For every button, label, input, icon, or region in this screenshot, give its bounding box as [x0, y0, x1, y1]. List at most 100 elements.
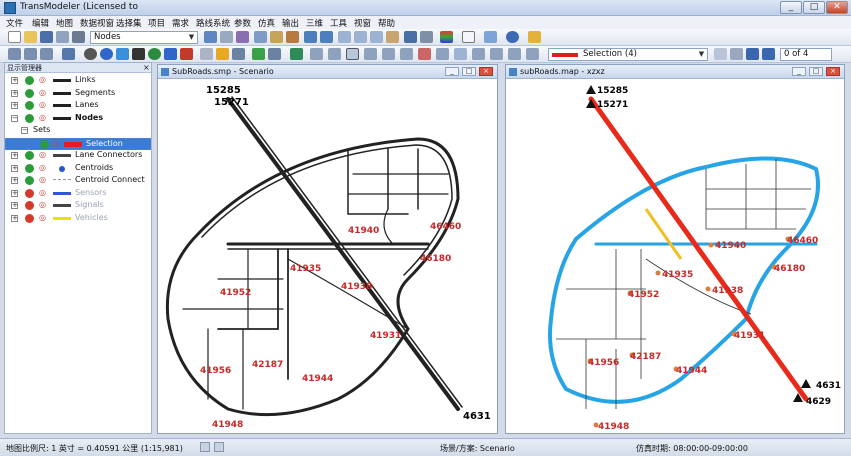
layer-manager-icon[interactable]: [204, 31, 217, 43]
eye-icon[interactable]: ◎: [52, 139, 59, 148]
visibility-icon[interactable]: [25, 113, 34, 123]
expand-toggle[interactable]: −: [21, 127, 28, 134]
signal-icon[interactable]: [252, 48, 265, 60]
expand-toggle[interactable]: +: [11, 89, 18, 97]
print-icon[interactable]: [72, 31, 85, 43]
link-icon[interactable]: [220, 31, 233, 43]
eye-icon[interactable]: ◎: [39, 175, 46, 184]
menu-dataview[interactable]: 数据视窗: [80, 17, 114, 29]
expand-toggle[interactable]: −: [11, 114, 18, 122]
parking-icon[interactable]: [100, 48, 113, 60]
select-arrow-icon[interactable]: [310, 48, 323, 60]
select-arrow-icon[interactable]: [436, 48, 449, 60]
menu-file[interactable]: 文件: [6, 17, 23, 29]
layer-row[interactable]: + ◎ Centroids: [5, 163, 151, 175]
scale-toggle-icon[interactable]: [214, 442, 224, 452]
edit-icon[interactable]: [84, 48, 97, 60]
find-icon[interactable]: [454, 48, 467, 60]
print-preview-icon[interactable]: [56, 31, 69, 43]
selection-set-select[interactable]: Selection (4) ▼: [548, 48, 708, 61]
vehicle-icon[interactable]: [62, 48, 75, 60]
zoom-extent-icon[interactable]: [370, 31, 383, 43]
expand-toggle[interactable]: +: [11, 189, 18, 197]
eye-icon[interactable]: ◎: [39, 188, 46, 197]
map-close-button[interactable]: ×: [479, 67, 493, 76]
eye-icon[interactable]: ◎: [39, 213, 46, 222]
close-button[interactable]: ✕: [826, 1, 848, 14]
redo-icon[interactable]: [320, 31, 333, 43]
select-arrow-icon[interactable]: [526, 48, 539, 60]
eye-icon[interactable]: ◎: [39, 200, 46, 209]
minimize-button[interactable]: _: [780, 1, 802, 14]
layer-row[interactable]: + ◎ Segments: [5, 88, 151, 100]
expand-toggle[interactable]: +: [11, 202, 18, 209]
zoom-out-icon[interactable]: [354, 31, 367, 43]
visibility-icon[interactable]: [40, 139, 49, 149]
expand-toggle[interactable]: +: [11, 214, 18, 222]
menu-edit[interactable]: 编辑: [32, 17, 49, 29]
visibility-icon[interactable]: [25, 213, 34, 223]
map-close-button[interactable]: ×: [826, 67, 840, 76]
scenario-map-canvas[interactable]: 41940 46460 46180 41935 41938 41952 4193…: [158, 79, 497, 433]
select-arrow-icon[interactable]: [328, 48, 341, 60]
eye-icon[interactable]: ◎: [39, 88, 46, 97]
expand-toggle[interactable]: +: [11, 152, 18, 159]
query-icon[interactable]: [286, 31, 299, 43]
expand-toggle[interactable]: +: [11, 164, 18, 172]
visibility-icon[interactable]: [25, 88, 34, 98]
last-record-icon[interactable]: [762, 48, 775, 60]
warning-icon[interactable]: [216, 48, 229, 60]
menu-map[interactable]: 地图: [56, 17, 73, 29]
menu-project[interactable]: 项目: [148, 17, 165, 29]
select-arrow-icon[interactable]: [382, 48, 395, 60]
select-tool-icon[interactable]: [484, 31, 497, 43]
visibility-icon[interactable]: [25, 163, 34, 173]
prev-record-icon[interactable]: [730, 48, 743, 60]
sign-icon[interactable]: [232, 48, 245, 60]
layer-row[interactable]: + ◎ Centroid Connect: [5, 175, 151, 187]
info-icon[interactable]: [506, 31, 519, 43]
select-arrow-icon[interactable]: [364, 48, 377, 60]
first-record-icon[interactable]: [714, 48, 727, 60]
panel-close-icon[interactable]: ×: [143, 63, 150, 72]
eye-icon[interactable]: ◎: [39, 163, 46, 172]
eye-icon[interactable]: ◎: [39, 75, 46, 84]
map-restore-button[interactable]: □: [462, 67, 476, 76]
layer-select[interactable]: Nodes ▼: [90, 31, 198, 44]
layer-row[interactable]: − Sets: [5, 125, 151, 137]
highlight-icon[interactable]: [528, 31, 541, 43]
open-icon[interactable]: [24, 31, 37, 43]
dataview-icon[interactable]: [254, 31, 267, 43]
expand-toggle[interactable]: +: [11, 177, 18, 184]
layer-row[interactable]: + ◎ Sensors: [5, 188, 151, 200]
menu-simulation[interactable]: 仿真: [258, 17, 275, 29]
map-restore-button[interactable]: □: [809, 67, 823, 76]
select-arrow-icon[interactable]: [400, 48, 413, 60]
network-tool-icon[interactable]: [40, 48, 53, 60]
record-counter[interactable]: 0 of 4: [780, 48, 832, 61]
network-tool-icon[interactable]: [24, 48, 37, 60]
swap-icon[interactable]: [420, 31, 433, 43]
shape-icon[interactable]: [462, 31, 475, 43]
map-minimize-button[interactable]: _: [445, 67, 459, 76]
next-record-icon[interactable]: [746, 48, 759, 60]
visibility-icon[interactable]: [25, 176, 34, 185]
bus-icon[interactable]: [164, 48, 177, 60]
money-icon[interactable]: [148, 48, 161, 60]
select-arrow-icon[interactable]: [346, 48, 359, 60]
layer-row[interactable]: + ◎ Lane Connectors: [5, 150, 151, 162]
new-icon[interactable]: [8, 31, 21, 43]
expand-toggle[interactable]: +: [11, 102, 18, 109]
menu-output[interactable]: 输出: [282, 17, 299, 29]
transit-icon[interactable]: [116, 48, 129, 60]
zoom-in-icon[interactable]: [338, 31, 351, 43]
detector-icon[interactable]: [268, 48, 281, 60]
save-icon[interactable]: [40, 31, 53, 43]
undo-icon[interactable]: [304, 31, 317, 43]
menu-3d[interactable]: 三维: [306, 17, 323, 29]
scale-toggle-icon[interactable]: [200, 442, 210, 452]
menu-selection[interactable]: 选择集: [116, 17, 142, 29]
visibility-icon[interactable]: [25, 201, 34, 210]
binoculars-icon[interactable]: [236, 31, 249, 43]
menu-tools[interactable]: 工具: [330, 17, 347, 29]
